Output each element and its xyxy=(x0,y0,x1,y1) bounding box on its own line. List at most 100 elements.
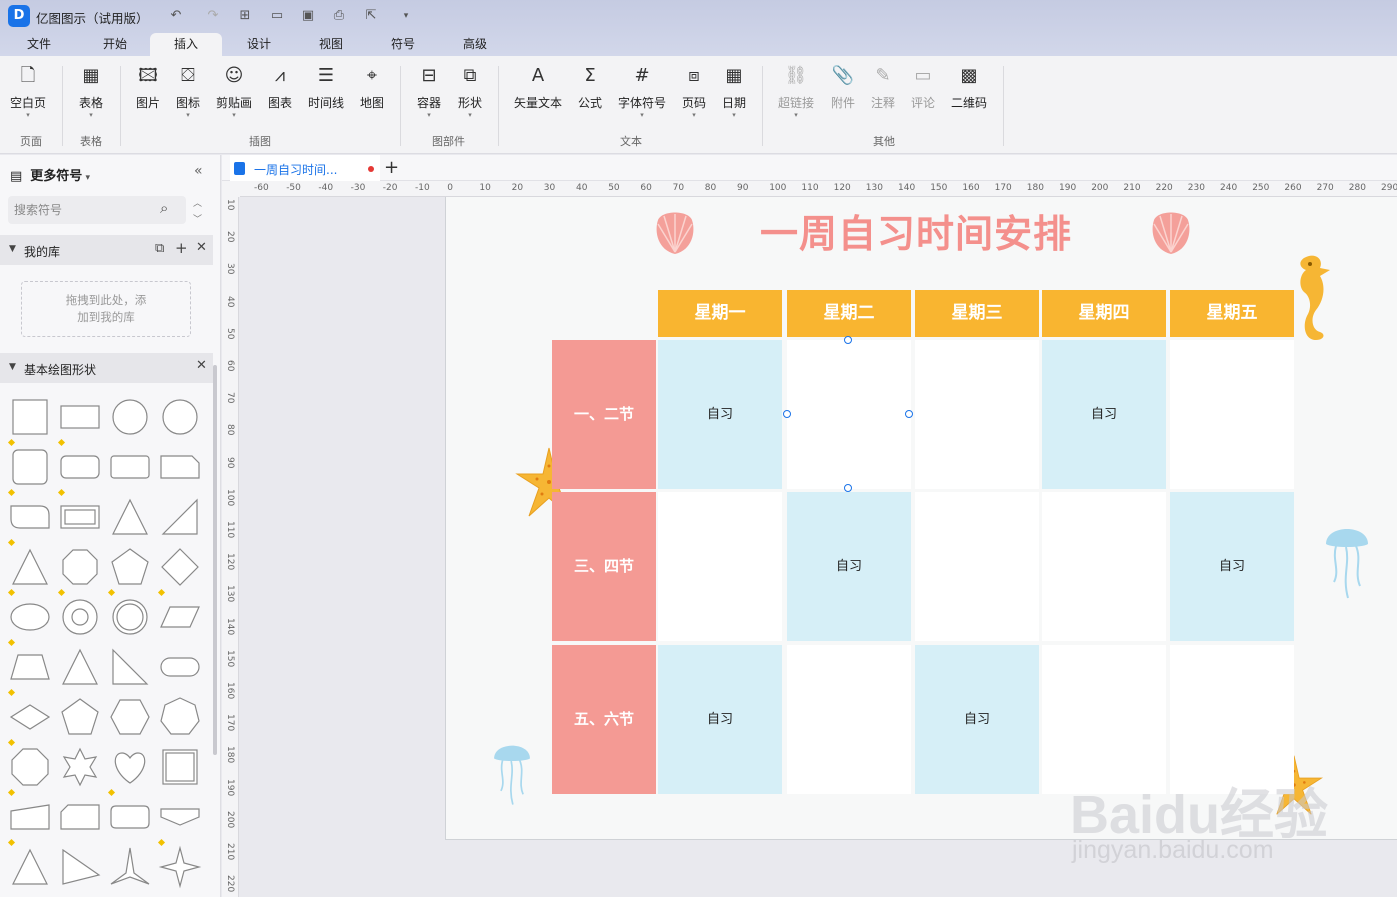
triangle-shape[interactable] xyxy=(108,495,152,539)
tab-advanced[interactable]: 高级 xyxy=(454,33,496,56)
comment-button[interactable]: ▭ 评论 xyxy=(906,64,940,111)
framed-square-shape[interactable] xyxy=(158,745,202,789)
day-header-fri[interactable]: 星期五 xyxy=(1170,290,1294,337)
save-icon[interactable]: ▣ xyxy=(298,6,318,26)
selection-handle[interactable] xyxy=(844,484,852,492)
scroll-up-icon[interactable]: ︿ xyxy=(193,196,202,209)
schedule-cell[interactable]: 自习 xyxy=(1170,492,1294,641)
wedge-shape[interactable] xyxy=(58,845,102,889)
open-folder-icon[interactable]: ▭ xyxy=(267,6,287,26)
tab-design[interactable]: 设计 xyxy=(238,33,280,56)
three-point-star-shape[interactable] xyxy=(108,845,152,889)
selection-handle[interactable] xyxy=(905,410,913,418)
heptagon-shape[interactable] xyxy=(158,695,202,739)
triangle-shape[interactable] xyxy=(8,845,52,889)
ellipse-shape[interactable] xyxy=(8,595,52,639)
add-tab-icon[interactable]: + xyxy=(384,157,399,178)
page-number-button[interactable]: ⧈ 页码 ▾ xyxy=(678,64,710,119)
day-header-mon[interactable]: 星期一 xyxy=(658,290,782,337)
search-icon[interactable]: ⌕ xyxy=(160,199,168,217)
circle-shape[interactable] xyxy=(108,395,152,439)
schedule-cell[interactable] xyxy=(1042,492,1166,641)
triangle-shape[interactable] xyxy=(8,545,52,589)
sidebar-scrollbar[interactable] xyxy=(213,365,217,755)
library-drop-zone[interactable]: 拖拽到此处，添 加到我的库 xyxy=(21,281,191,337)
font-symbol-button[interactable]: # 字体符号 ▾ xyxy=(614,64,670,119)
hexagon-shape[interactable] xyxy=(108,695,152,739)
period-header-3-4[interactable]: 三、四节 xyxy=(552,492,656,641)
rounded-card-shape[interactable] xyxy=(108,795,152,839)
blank-page-button[interactable]: 🗋 空白页 ▾ xyxy=(6,64,50,119)
four-point-star-shape[interactable] xyxy=(158,845,202,889)
export-icon[interactable]: ⇱ xyxy=(361,6,381,26)
schedule-cell[interactable]: 自习 xyxy=(1042,340,1166,489)
symbol-search-input[interactable] xyxy=(14,201,154,219)
undo-icon[interactable]: ↶ xyxy=(166,6,186,26)
tab-symbol[interactable]: 符号 xyxy=(382,33,424,56)
note-button[interactable]: ✎ 注释 xyxy=(866,64,900,111)
poster-title[interactable]: 一周自习时间安排 xyxy=(760,203,1072,258)
import-icon[interactable]: ⧉ xyxy=(155,241,164,256)
schedule-cell[interactable] xyxy=(787,340,911,489)
scroll-down-icon[interactable]: ﹀ xyxy=(193,212,202,225)
tab-view[interactable]: 视图 xyxy=(310,33,352,56)
picture-button[interactable]: 🖾 图片 xyxy=(130,64,166,111)
new-page-icon[interactable]: ⊞ xyxy=(235,6,255,26)
map-button[interactable]: ⌖ 地图 xyxy=(354,64,390,111)
schedule-cell[interactable] xyxy=(658,492,782,641)
rounded-square-shape[interactable] xyxy=(8,445,52,489)
rounded-rectangle-shape[interactable] xyxy=(108,445,152,489)
schedule-cell[interactable]: 自习 xyxy=(915,645,1039,794)
selection-handle[interactable] xyxy=(783,410,791,418)
triangle-shape[interactable] xyxy=(58,645,102,689)
day-header-wed[interactable]: 星期三 xyxy=(915,290,1039,337)
period-header-5-6[interactable]: 五、六节 xyxy=(552,645,656,794)
timeline-button[interactable]: ☰ 时间线 xyxy=(304,64,348,111)
card-shape[interactable] xyxy=(58,795,102,839)
period-header-1-2[interactable]: 一、二节 xyxy=(552,340,656,489)
schedule-cell[interactable]: 自习 xyxy=(658,340,782,489)
tab-file[interactable]: 文件 xyxy=(18,33,60,56)
round-corner-rectangle-shape[interactable] xyxy=(8,495,52,539)
selection-handle[interactable] xyxy=(844,336,852,344)
double-circle-shape[interactable] xyxy=(108,595,152,639)
add-icon[interactable]: + xyxy=(175,239,188,257)
pentagon-shape[interactable] xyxy=(108,545,152,589)
rounded-rectangle-shape[interactable] xyxy=(58,445,102,489)
redo-icon[interactable]: ↷ xyxy=(203,6,223,26)
manual-input-shape[interactable] xyxy=(8,795,52,839)
table-button[interactable]: ▦ 表格 ▾ xyxy=(72,64,110,119)
right-triangle-shape[interactable] xyxy=(158,495,202,539)
tab-start[interactable]: 开始 xyxy=(94,33,136,56)
parallelogram-shape[interactable] xyxy=(158,595,202,639)
snip-rectangle-shape[interactable] xyxy=(158,445,202,489)
schedule-cell[interactable] xyxy=(915,492,1039,641)
trapezoid-shape[interactable] xyxy=(8,645,52,689)
vector-text-button[interactable]: A 矢量文本 xyxy=(508,64,568,111)
banner-shape[interactable] xyxy=(158,795,202,839)
tab-insert[interactable]: 插入 xyxy=(150,33,222,56)
day-header-tue[interactable]: 星期二 xyxy=(787,290,911,337)
document-tab[interactable]: 一周自习时间... xyxy=(230,155,380,181)
right-triangle-shape[interactable] xyxy=(108,645,152,689)
diamond-wide-shape[interactable] xyxy=(8,695,52,739)
more-symbols-dropdown[interactable]: ▤ 更多符号 ▾ xyxy=(10,165,90,184)
qrcode-button[interactable]: ▩ 二维码 xyxy=(946,64,992,111)
hyperlink-button[interactable]: ⛓ 超链接 ▾ xyxy=(774,64,818,119)
print-icon[interactable]: ⎙ xyxy=(329,6,349,26)
formula-button[interactable]: Σ 公式 xyxy=(574,64,606,111)
more-icon[interactable]: ▾ xyxy=(396,6,416,26)
date-button[interactable]: ▦ 日期 ▾ xyxy=(718,64,750,119)
attachment-button[interactable]: 📎 附件 xyxy=(826,64,860,111)
day-header-thu[interactable]: 星期四 xyxy=(1042,290,1166,337)
chart-button[interactable]: ⩘ 图表 xyxy=(262,64,298,111)
donut-shape[interactable] xyxy=(58,595,102,639)
heart-shape[interactable] xyxy=(108,745,152,789)
clipart-button[interactable]: ☺ 剪贴画 ▾ xyxy=(212,64,256,119)
rectangle-shape[interactable] xyxy=(58,395,102,439)
basic-shapes-header[interactable]: ▼ 基本绘图形状 ✕ xyxy=(0,353,213,383)
octagon-shape[interactable] xyxy=(58,545,102,589)
stadium-shape[interactable] xyxy=(158,645,202,689)
schedule-cell[interactable]: 自习 xyxy=(787,492,911,641)
schedule-cell[interactable] xyxy=(915,340,1039,489)
